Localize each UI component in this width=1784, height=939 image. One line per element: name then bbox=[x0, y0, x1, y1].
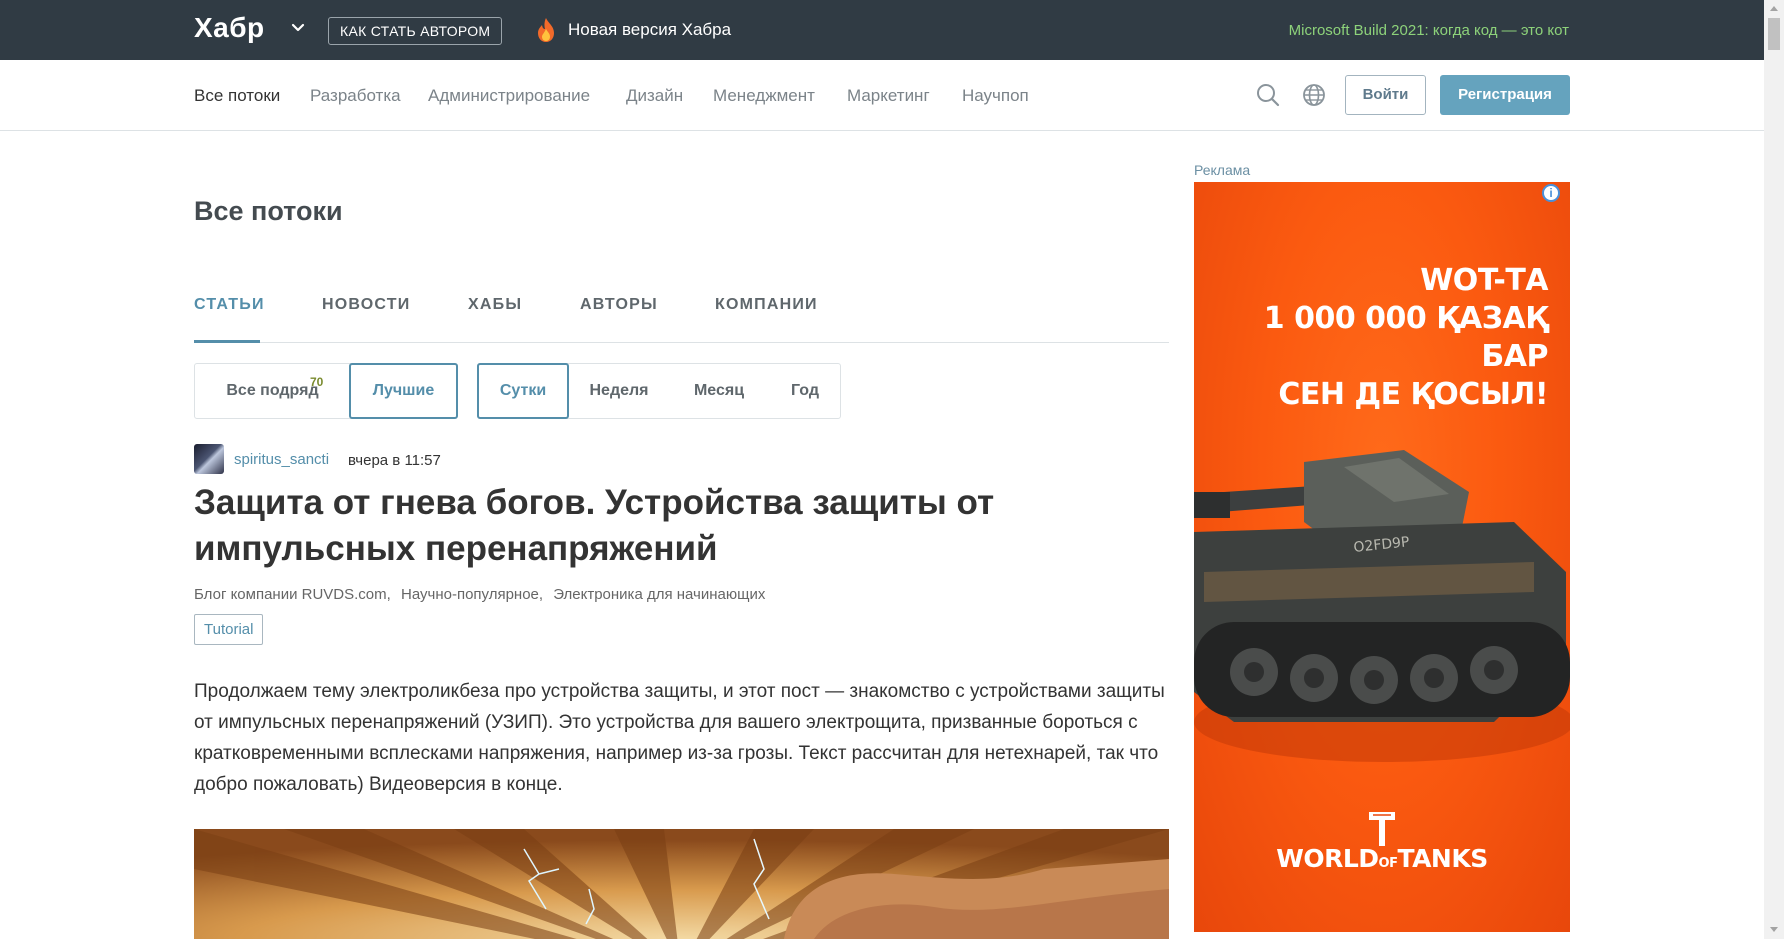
promo-link[interactable]: Microsoft Build 2021: когда код — это ко… bbox=[1289, 22, 1569, 39]
ad-info-icon[interactable]: i bbox=[1542, 184, 1560, 202]
hub-link-ruvds[interactable]: Блог компании RUVDS.com, bbox=[194, 586, 391, 603]
tab-authors[interactable]: АВТОРЫ bbox=[580, 296, 658, 314]
active-tab-indicator bbox=[194, 340, 260, 343]
tab-news[interactable]: НОВОСТИ bbox=[322, 296, 410, 314]
ad-headline: WOT-ТА 1 000 000 ҚАЗАҚ БАР СЕН ДЕ ҚОСЫЛ! bbox=[1263, 263, 1549, 412]
login-button[interactable]: Войти bbox=[1345, 75, 1426, 115]
hub-link-electronics[interactable]: Электроника для начинающих bbox=[553, 586, 765, 603]
feed-type-filter: Все подряд 70 Лучшие bbox=[194, 363, 458, 419]
tabs-divider bbox=[194, 342, 1169, 343]
hubs-navigation: Все потоки Разработка Администрирование … bbox=[0, 60, 1764, 131]
tank-illustration: O2FD9P bbox=[1194, 450, 1570, 762]
author-avatar[interactable] bbox=[194, 444, 224, 474]
tutorial-badge: Tutorial bbox=[194, 614, 264, 645]
period-week-button[interactable]: Неделя bbox=[569, 364, 669, 418]
post-hubs: Блог компании RUVDS.com, Научно-популярн… bbox=[194, 586, 765, 603]
nav-item-all-streams[interactable]: Все потоки bbox=[194, 86, 280, 106]
page-title: Все потоки bbox=[194, 196, 343, 226]
world-of-tanks-logo: WORLDOFTANKS bbox=[1276, 844, 1488, 873]
top-bar: Хабр КАК СТАТЬ АВТОРОМ Новая версия Хабр… bbox=[0, 0, 1764, 60]
nav-item-design[interactable]: Дизайн bbox=[626, 86, 683, 106]
world-of-tanks-ad-banner[interactable]: i WOT-ТА 1 000 000 ҚАЗАҚ БАР СЕН ДЕ ҚОСЫ… bbox=[1194, 182, 1570, 932]
nav-item-development[interactable]: Разработка bbox=[310, 86, 401, 106]
period-filter: Сутки Неделя Месяц Год bbox=[477, 363, 841, 419]
hub-link-popsci[interactable]: Научно-популярное, bbox=[401, 586, 543, 603]
habr-logo[interactable]: Хабр bbox=[194, 12, 265, 44]
search-icon[interactable] bbox=[1255, 82, 1281, 108]
post-title-link[interactable]: Защита от гнева богов. Устройства защиты… bbox=[194, 480, 1184, 572]
ad-label: Реклама bbox=[1194, 162, 1251, 178]
period-year-button[interactable]: Год bbox=[769, 364, 841, 418]
filter-all-label: Все подряд bbox=[226, 382, 319, 399]
tab-articles[interactable]: СТАТЬИ bbox=[194, 296, 265, 314]
tab-companies[interactable]: КОМПАНИИ bbox=[715, 296, 818, 314]
become-author-button[interactable]: КАК СТАТЬ АВТОРОМ bbox=[328, 17, 503, 45]
post-excerpt: Продолжаем тему электроликбеза про устро… bbox=[194, 681, 1165, 795]
author-name-link[interactable]: spiritus_sancti bbox=[234, 451, 329, 468]
register-button[interactable]: Регистрация bbox=[1440, 75, 1570, 115]
period-month-button[interactable]: Месяц bbox=[669, 364, 769, 418]
new-version-link[interactable]: Новая версия Хабра bbox=[568, 20, 731, 40]
period-day-button[interactable]: Сутки bbox=[477, 363, 569, 419]
nav-item-marketing[interactable]: Маркетинг bbox=[847, 86, 930, 106]
scroll-down-arrow-icon[interactable] bbox=[1769, 924, 1779, 934]
language-globe-icon[interactable] bbox=[1301, 82, 1327, 108]
scroll-up-arrow-icon[interactable] bbox=[1769, 4, 1779, 14]
nav-item-administration[interactable]: Администрирование bbox=[428, 86, 590, 106]
page-scrollbar[interactable] bbox=[1764, 0, 1784, 939]
post-time: вчера в 11:57 bbox=[348, 452, 441, 469]
world-of-tanks-emblem-icon bbox=[1369, 812, 1395, 846]
nav-item-management[interactable]: Менеджмент bbox=[713, 86, 815, 106]
fire-icon bbox=[538, 18, 554, 42]
post-cover-image[interactable] bbox=[194, 829, 1169, 939]
scrollbar-thumb[interactable] bbox=[1768, 18, 1780, 50]
nav-item-popsci[interactable]: Научпоп bbox=[962, 86, 1029, 106]
tab-hubs[interactable]: ХАБЫ bbox=[468, 296, 522, 314]
filter-all-button[interactable]: Все подряд bbox=[195, 364, 350, 418]
filter-best-button[interactable]: Лучшие bbox=[349, 363, 458, 419]
chevron-down-icon[interactable] bbox=[290, 20, 306, 36]
new-posts-count: 70 bbox=[310, 375, 324, 389]
